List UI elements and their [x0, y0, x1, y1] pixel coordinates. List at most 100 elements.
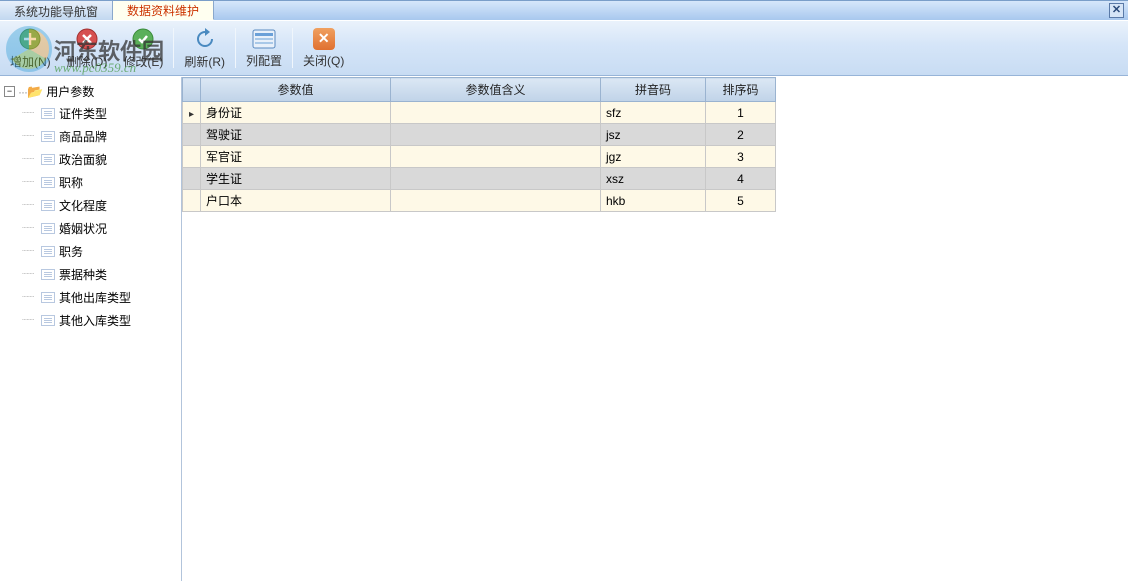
- refresh-button[interactable]: 刷新(R): [177, 23, 232, 73]
- cell-meaning[interactable]: [391, 102, 601, 124]
- cell-param[interactable]: 军官证: [201, 146, 391, 168]
- delete-label: 删除(D): [67, 53, 108, 70]
- cell-meaning[interactable]: [391, 146, 601, 168]
- tree-item[interactable]: ┈┈其他出库类型: [16, 286, 179, 309]
- tree-item-label: 政治面貌: [59, 151, 107, 168]
- toolbar-separator: [173, 28, 174, 68]
- row-indicator[interactable]: [183, 146, 201, 168]
- tree-item[interactable]: ┈┈职务: [16, 240, 179, 263]
- table-row[interactable]: 户口本 hkb5: [183, 190, 776, 212]
- list-icon: [41, 292, 55, 303]
- add-button[interactable]: 增加(N): [3, 23, 58, 73]
- tree-item-label: 文化程度: [59, 197, 107, 214]
- cell-param[interactable]: 驾驶证: [201, 124, 391, 146]
- edit-button[interactable]: 修改(E): [116, 23, 170, 73]
- list-icon: [41, 108, 55, 119]
- tree-item[interactable]: ┈┈政治面貌: [16, 148, 179, 171]
- tab-bar: 系统功能导航窗数据资料维护 ✕: [0, 0, 1128, 20]
- refresh-icon: [193, 27, 217, 51]
- tree-item-label: 票据种类: [59, 266, 107, 283]
- col-header-meaning[interactable]: 参数值含义: [391, 78, 601, 102]
- tab-close-button[interactable]: ✕: [1109, 3, 1124, 18]
- edit-label: 修改(E): [123, 53, 163, 70]
- tree-root-label: 用户参数: [46, 83, 94, 100]
- cell-meaning[interactable]: [391, 124, 601, 146]
- data-grid[interactable]: 参数值 参数值含义 拼音码 排序码 身份证sfz1驾驶证jsz2军官证jgz3学…: [182, 77, 776, 212]
- tab-0[interactable]: 系统功能导航窗: [0, 1, 113, 20]
- tree-item[interactable]: ┈┈职称: [16, 171, 179, 194]
- list-icon: [41, 131, 55, 142]
- tree-item[interactable]: ┈┈证件类型: [16, 102, 179, 125]
- row-indicator[interactable]: [183, 190, 201, 212]
- table-row[interactable]: 学生证 xsz4: [183, 168, 776, 190]
- tree-item-label: 商品品牌: [59, 128, 107, 145]
- main-area: − ··· 📂 用户参数 ┈┈证件类型┈┈商品品牌┈┈政治面貌┈┈职称┈┈文化程…: [0, 76, 1128, 581]
- tree-item-label: 证件类型: [59, 105, 107, 122]
- col-header-param[interactable]: 参数值: [201, 78, 391, 102]
- toolbar-separator: [235, 28, 236, 68]
- tab-1[interactable]: 数据资料维护: [113, 1, 214, 20]
- toolbar-separator: [292, 28, 293, 68]
- list-icon: [41, 154, 55, 165]
- close-icon: ✕: [312, 27, 336, 50]
- columns-label: 列配置: [246, 52, 282, 69]
- cell-sort[interactable]: 3: [706, 146, 776, 168]
- sidebar: − ··· 📂 用户参数 ┈┈证件类型┈┈商品品牌┈┈政治面貌┈┈职称┈┈文化程…: [0, 77, 182, 581]
- toolbar: 增加(N) 删除(D) 修改(E) 刷新(R) 列配置 ✕ 关闭(Q): [0, 20, 1128, 76]
- row-indicator[interactable]: [183, 124, 201, 146]
- cell-sort[interactable]: 5: [706, 190, 776, 212]
- tree-item-label: 其他出库类型: [59, 289, 131, 306]
- tree-root[interactable]: − ··· 📂 用户参数: [2, 81, 179, 102]
- row-indicator[interactable]: [183, 168, 201, 190]
- tree-item-label: 职称: [59, 174, 83, 191]
- tree-item-label: 职务: [59, 243, 83, 260]
- add-icon: [18, 27, 42, 51]
- cell-meaning[interactable]: [391, 168, 601, 190]
- tree-item-label: 其他入库类型: [59, 312, 131, 329]
- tree-item[interactable]: ┈┈票据种类: [16, 263, 179, 286]
- cell-meaning[interactable]: [391, 190, 601, 212]
- columns-button[interactable]: 列配置: [239, 23, 289, 73]
- close-label: 关闭(Q): [303, 52, 344, 69]
- cell-sort[interactable]: 4: [706, 168, 776, 190]
- cell-pinyin[interactable]: sfz: [601, 102, 706, 124]
- list-icon: [41, 246, 55, 257]
- add-label: 增加(N): [10, 53, 51, 70]
- edit-icon: [131, 27, 155, 51]
- cell-pinyin[interactable]: jgz: [601, 146, 706, 168]
- list-icon: [41, 177, 55, 188]
- col-header-sort[interactable]: 排序码: [706, 78, 776, 102]
- cell-sort[interactable]: 2: [706, 124, 776, 146]
- cell-pinyin[interactable]: jsz: [601, 124, 706, 146]
- tree-item[interactable]: ┈┈商品品牌: [16, 125, 179, 148]
- list-icon: [41, 200, 55, 211]
- tree-item[interactable]: ┈┈其他入库类型: [16, 309, 179, 332]
- cell-sort[interactable]: 1: [706, 102, 776, 124]
- cell-param[interactable]: 户口本: [201, 190, 391, 212]
- table-row[interactable]: 身份证 sfz1: [183, 102, 776, 124]
- tree: − ··· 📂 用户参数 ┈┈证件类型┈┈商品品牌┈┈政治面貌┈┈职称┈┈文化程…: [0, 77, 181, 336]
- grid-corner[interactable]: [183, 78, 201, 102]
- list-icon: [41, 223, 55, 234]
- col-header-pinyin[interactable]: 拼音码: [601, 78, 706, 102]
- row-indicator[interactable]: [183, 102, 201, 124]
- list-icon: [41, 315, 55, 326]
- tree-item[interactable]: ┈┈婚姻状况: [16, 217, 179, 240]
- cell-pinyin[interactable]: xsz: [601, 168, 706, 190]
- delete-button[interactable]: 删除(D): [60, 23, 115, 73]
- list-icon: [41, 269, 55, 280]
- delete-icon: [75, 27, 99, 51]
- tree-item-label: 婚姻状况: [59, 220, 107, 237]
- cell-pinyin[interactable]: hkb: [601, 190, 706, 212]
- folder-icon: 📂: [27, 84, 43, 100]
- table-row[interactable]: 驾驶证 jsz2: [183, 124, 776, 146]
- refresh-label: 刷新(R): [184, 53, 225, 70]
- content-panel: 参数值 参数值含义 拼音码 排序码 身份证sfz1驾驶证jsz2军官证jgz3学…: [182, 77, 1128, 581]
- cell-param[interactable]: 学生证: [201, 168, 391, 190]
- tree-collapse-icon[interactable]: −: [4, 86, 15, 97]
- columns-icon: [252, 27, 276, 50]
- tree-item[interactable]: ┈┈文化程度: [16, 194, 179, 217]
- table-row[interactable]: 军官证 jgz3: [183, 146, 776, 168]
- cell-param[interactable]: 身份证: [201, 102, 391, 124]
- close-button[interactable]: ✕ 关闭(Q): [296, 23, 351, 73]
